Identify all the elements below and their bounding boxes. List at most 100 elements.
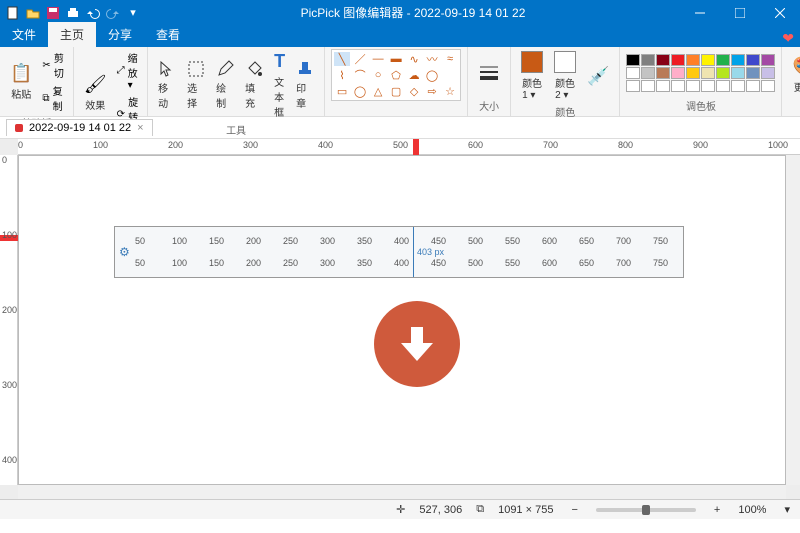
ruler-tick: 300 [243,140,258,150]
color-swatch[interactable] [686,80,700,92]
zoom-in-button[interactable]: + [710,504,724,516]
color-swatch[interactable] [761,80,775,92]
undo-icon[interactable] [84,4,102,22]
color-swatch[interactable] [731,80,745,92]
redo-icon[interactable] [104,4,122,22]
shape-ellipse[interactable]: ◯ [352,84,368,98]
shape-line2[interactable]: ／ [352,52,368,66]
color-swatch[interactable] [761,67,775,79]
shape-blank1[interactable] [442,68,458,82]
color-swatch[interactable] [656,54,670,66]
zoom-slider[interactable] [596,508,696,512]
shape-hline[interactable]: — [370,52,386,66]
color-swatch[interactable] [671,80,685,92]
color-swatch[interactable] [626,67,640,79]
ruler-h-marker [413,139,419,155]
color-swatch[interactable] [716,67,730,79]
shape-ellipse-o[interactable]: ○ [370,68,386,82]
pixel-ruler-widget[interactable]: ⚙ 50501001001501502002002502503003003503… [114,226,684,278]
shape-tri[interactable]: △ [370,84,386,98]
color-swatch[interactable] [626,80,640,92]
shape-line[interactable]: ╲ [334,52,350,66]
color-swatch[interactable] [686,67,700,79]
color-swatch[interactable] [641,67,655,79]
shape-diamond[interactable]: ◇ [406,84,422,98]
color-swatch[interactable] [701,67,715,79]
color-swatch[interactable] [656,80,670,92]
vertical-scrollbar[interactable] [786,155,800,485]
color-swatch[interactable] [686,54,700,66]
close-button[interactable] [760,0,800,25]
shape-roundrect[interactable]: ▢ [388,84,404,98]
shape-blob[interactable]: ◯ [424,68,440,82]
color-palette[interactable] [626,54,775,92]
shape-freehand[interactable]: 〰 [424,52,440,66]
new-file-icon[interactable] [4,4,22,22]
shape-rect[interactable]: ▭ [334,84,350,98]
color-swatch[interactable] [701,54,715,66]
copy-button[interactable]: ⧉复制 [39,82,66,114]
shape-curve[interactable]: ∿ [406,52,422,66]
color1-button[interactable]: 颜色 1 ▾ [517,49,547,103]
open-folder-icon[interactable] [24,4,42,22]
horizontal-scrollbar[interactable] [18,485,786,499]
paste-button[interactable]: 📋 粘贴 [6,61,36,103]
save-icon[interactable] [44,4,62,22]
shape-polygon[interactable]: ⬠ [388,68,404,82]
shape-wave[interactable]: ≈ [442,52,458,66]
print-icon[interactable] [64,4,82,22]
draw-button[interactable]: 绘制 [212,58,238,112]
color2-button[interactable]: 颜色 2 ▾ [550,49,580,103]
cut-button[interactable]: ✂剪切 [39,49,66,81]
ruler-widget-tick: 200 [246,258,261,268]
color-swatch[interactable] [671,54,685,66]
minimize-button[interactable] [680,0,720,25]
color-swatch[interactable] [746,67,760,79]
zoom-thumb[interactable] [642,505,650,515]
tab-file[interactable]: 文件 [0,22,48,47]
color-swatch[interactable] [746,54,760,66]
text-button[interactable]: T文本框 [270,49,289,121]
color-swatch[interactable] [656,67,670,79]
eyedropper-button[interactable]: 💉 [583,64,613,89]
color-swatch[interactable] [701,80,715,92]
zoom-dropdown[interactable]: ▾ [780,503,794,516]
color-swatch[interactable] [716,80,730,92]
shape-arrow-r[interactable]: ⇨ [424,84,440,98]
move-button[interactable]: 移动 [154,58,180,112]
qat-dropdown-icon[interactable]: ▾ [124,4,142,22]
color-swatch[interactable] [746,80,760,92]
tab-home[interactable]: 主页 [48,22,96,47]
color-swatch[interactable] [731,54,745,66]
fill-button[interactable]: 填充 [241,58,267,112]
shape-cloud[interactable]: ☁ [406,68,422,82]
heart-icon[interactable]: ❤ [776,30,800,47]
tab-share[interactable]: 分享 [96,22,144,47]
select-button[interactable]: 选择 [183,58,209,112]
color-swatch[interactable] [671,67,685,79]
color-swatch[interactable] [626,54,640,66]
zoom-out-button[interactable]: − [567,504,581,516]
resize-button[interactable]: ⤢缩放 ▾ [114,49,141,92]
shapes-gallery[interactable]: ╲ ／ — ▬ ∿ 〰 ≈ ⌇ ⌒ ○ ⬠ ☁ ◯ ▭ ◯ △ ▢ ◇ ⇨ ☆ [331,49,461,101]
document-tab[interactable]: 2022-09-19 14 01 22 × [6,119,153,136]
maximize-button[interactable] [720,0,760,25]
ruler-widget-tick: 600 [542,258,557,268]
tab-view[interactable]: 查看 [144,22,192,47]
shape-polyline[interactable]: ⌇ [334,68,350,82]
color-swatch[interactable] [716,54,730,66]
color-swatch[interactable] [641,54,655,66]
close-tab-icon[interactable]: × [137,122,143,134]
shape-marker[interactable]: ▬ [388,52,404,66]
stamp-button[interactable]: 印章 [292,58,318,112]
canvas[interactable]: ⚙ 50501001001501502002002502503003003503… [18,155,786,485]
effects-button[interactable]: 🖌 效果 [80,72,111,114]
more-button[interactable]: 🎨更多 [788,54,800,96]
color-swatch[interactable] [731,67,745,79]
shape-star[interactable]: ☆ [442,84,458,98]
color-swatch[interactable] [761,54,775,66]
size-button[interactable] [474,60,504,86]
ruler-tick: 200 [2,305,17,315]
shape-arc[interactable]: ⌒ [352,68,368,82]
color-swatch[interactable] [641,80,655,92]
